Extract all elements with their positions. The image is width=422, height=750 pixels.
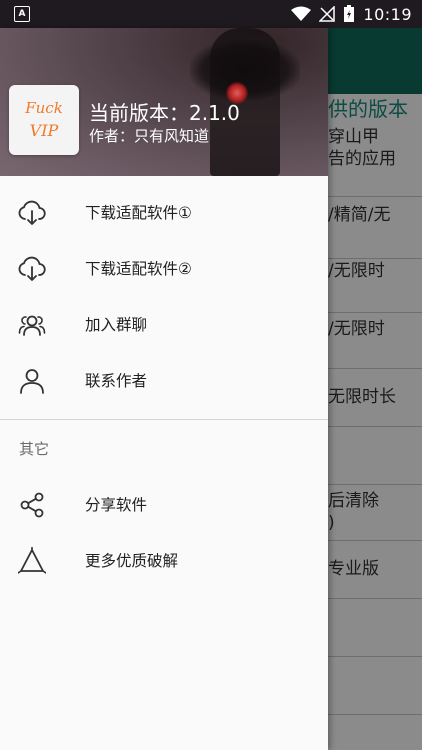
section-title-other: 其它 xyxy=(19,440,50,458)
background-row: 无限时长 xyxy=(328,386,422,427)
background-title: 供的版本 xyxy=(328,98,408,120)
menu-divider xyxy=(0,419,328,420)
menu-item-join-group[interactable]: 加入群聊 xyxy=(0,297,328,353)
background-toolbar xyxy=(328,28,422,94)
app-notification-icon: A xyxy=(14,6,30,22)
background-app: 供的版本 穿山甲 告的应用 /精简/无 /无限时 /无限时 无限时长 后清除 )… xyxy=(328,28,422,750)
menu-item-label: 下载适配软件② xyxy=(85,260,192,278)
background-row: /精简/无 xyxy=(328,200,422,259)
menu-item-contact-author[interactable]: 联系作者 xyxy=(0,353,328,409)
status-bar: A 10:19 xyxy=(0,0,422,28)
download-cloud-icon xyxy=(18,256,46,281)
background-row xyxy=(328,598,422,657)
background-row: 穿山甲 xyxy=(328,127,379,147)
triangle-icon xyxy=(18,547,46,574)
drawer-header: Fuck VIP 当前版本：2.1.0 作者：只有风知道 xyxy=(0,28,328,176)
menu-item-download-2[interactable]: 下载适配软件② xyxy=(0,241,328,297)
app-logo: Fuck VIP xyxy=(9,85,79,155)
person-icon xyxy=(20,369,44,394)
share-icon xyxy=(20,492,44,518)
battery-icon xyxy=(344,5,355,22)
menu-item-label: 加入群聊 xyxy=(85,316,148,334)
wifi-icon xyxy=(291,6,312,21)
menu-item-more-cracks[interactable]: 更多优质破解 xyxy=(0,533,328,589)
background-row: 专业版 xyxy=(328,558,422,599)
menu-item-download-1[interactable]: 下载适配软件① xyxy=(0,185,328,241)
author-label: 作者：只有风知道 xyxy=(89,127,210,145)
background-row: 告的应用 xyxy=(328,148,422,197)
download-cloud-icon xyxy=(18,200,46,225)
background-row: ) xyxy=(328,512,422,541)
background-row: /无限时 xyxy=(328,260,422,313)
background-row: /无限时 xyxy=(328,318,422,369)
version-label: 当前版本：2.1.0 xyxy=(89,101,240,125)
logo-line-2: VIP xyxy=(29,121,59,140)
menu-item-label: 分享软件 xyxy=(85,496,148,514)
background-row xyxy=(328,426,422,485)
group-icon xyxy=(18,315,46,336)
status-icons: 10:19 xyxy=(291,3,412,25)
menu-item-label: 更多优质破解 xyxy=(85,552,179,570)
background-row: 后清除 xyxy=(328,491,379,511)
navigation-drawer: Fuck VIP 当前版本：2.1.0 作者：只有风知道 下载适配软件① 下载适… xyxy=(0,28,328,750)
logo-line-1: Fuck xyxy=(25,99,63,117)
background-row xyxy=(328,656,422,715)
clock: 10:19 xyxy=(363,4,412,24)
menu-item-label: 下载适配软件① xyxy=(85,204,192,222)
menu-item-share[interactable]: 分享软件 xyxy=(0,477,328,533)
signal-icon xyxy=(319,6,336,22)
menu-item-label: 联系作者 xyxy=(85,372,148,390)
